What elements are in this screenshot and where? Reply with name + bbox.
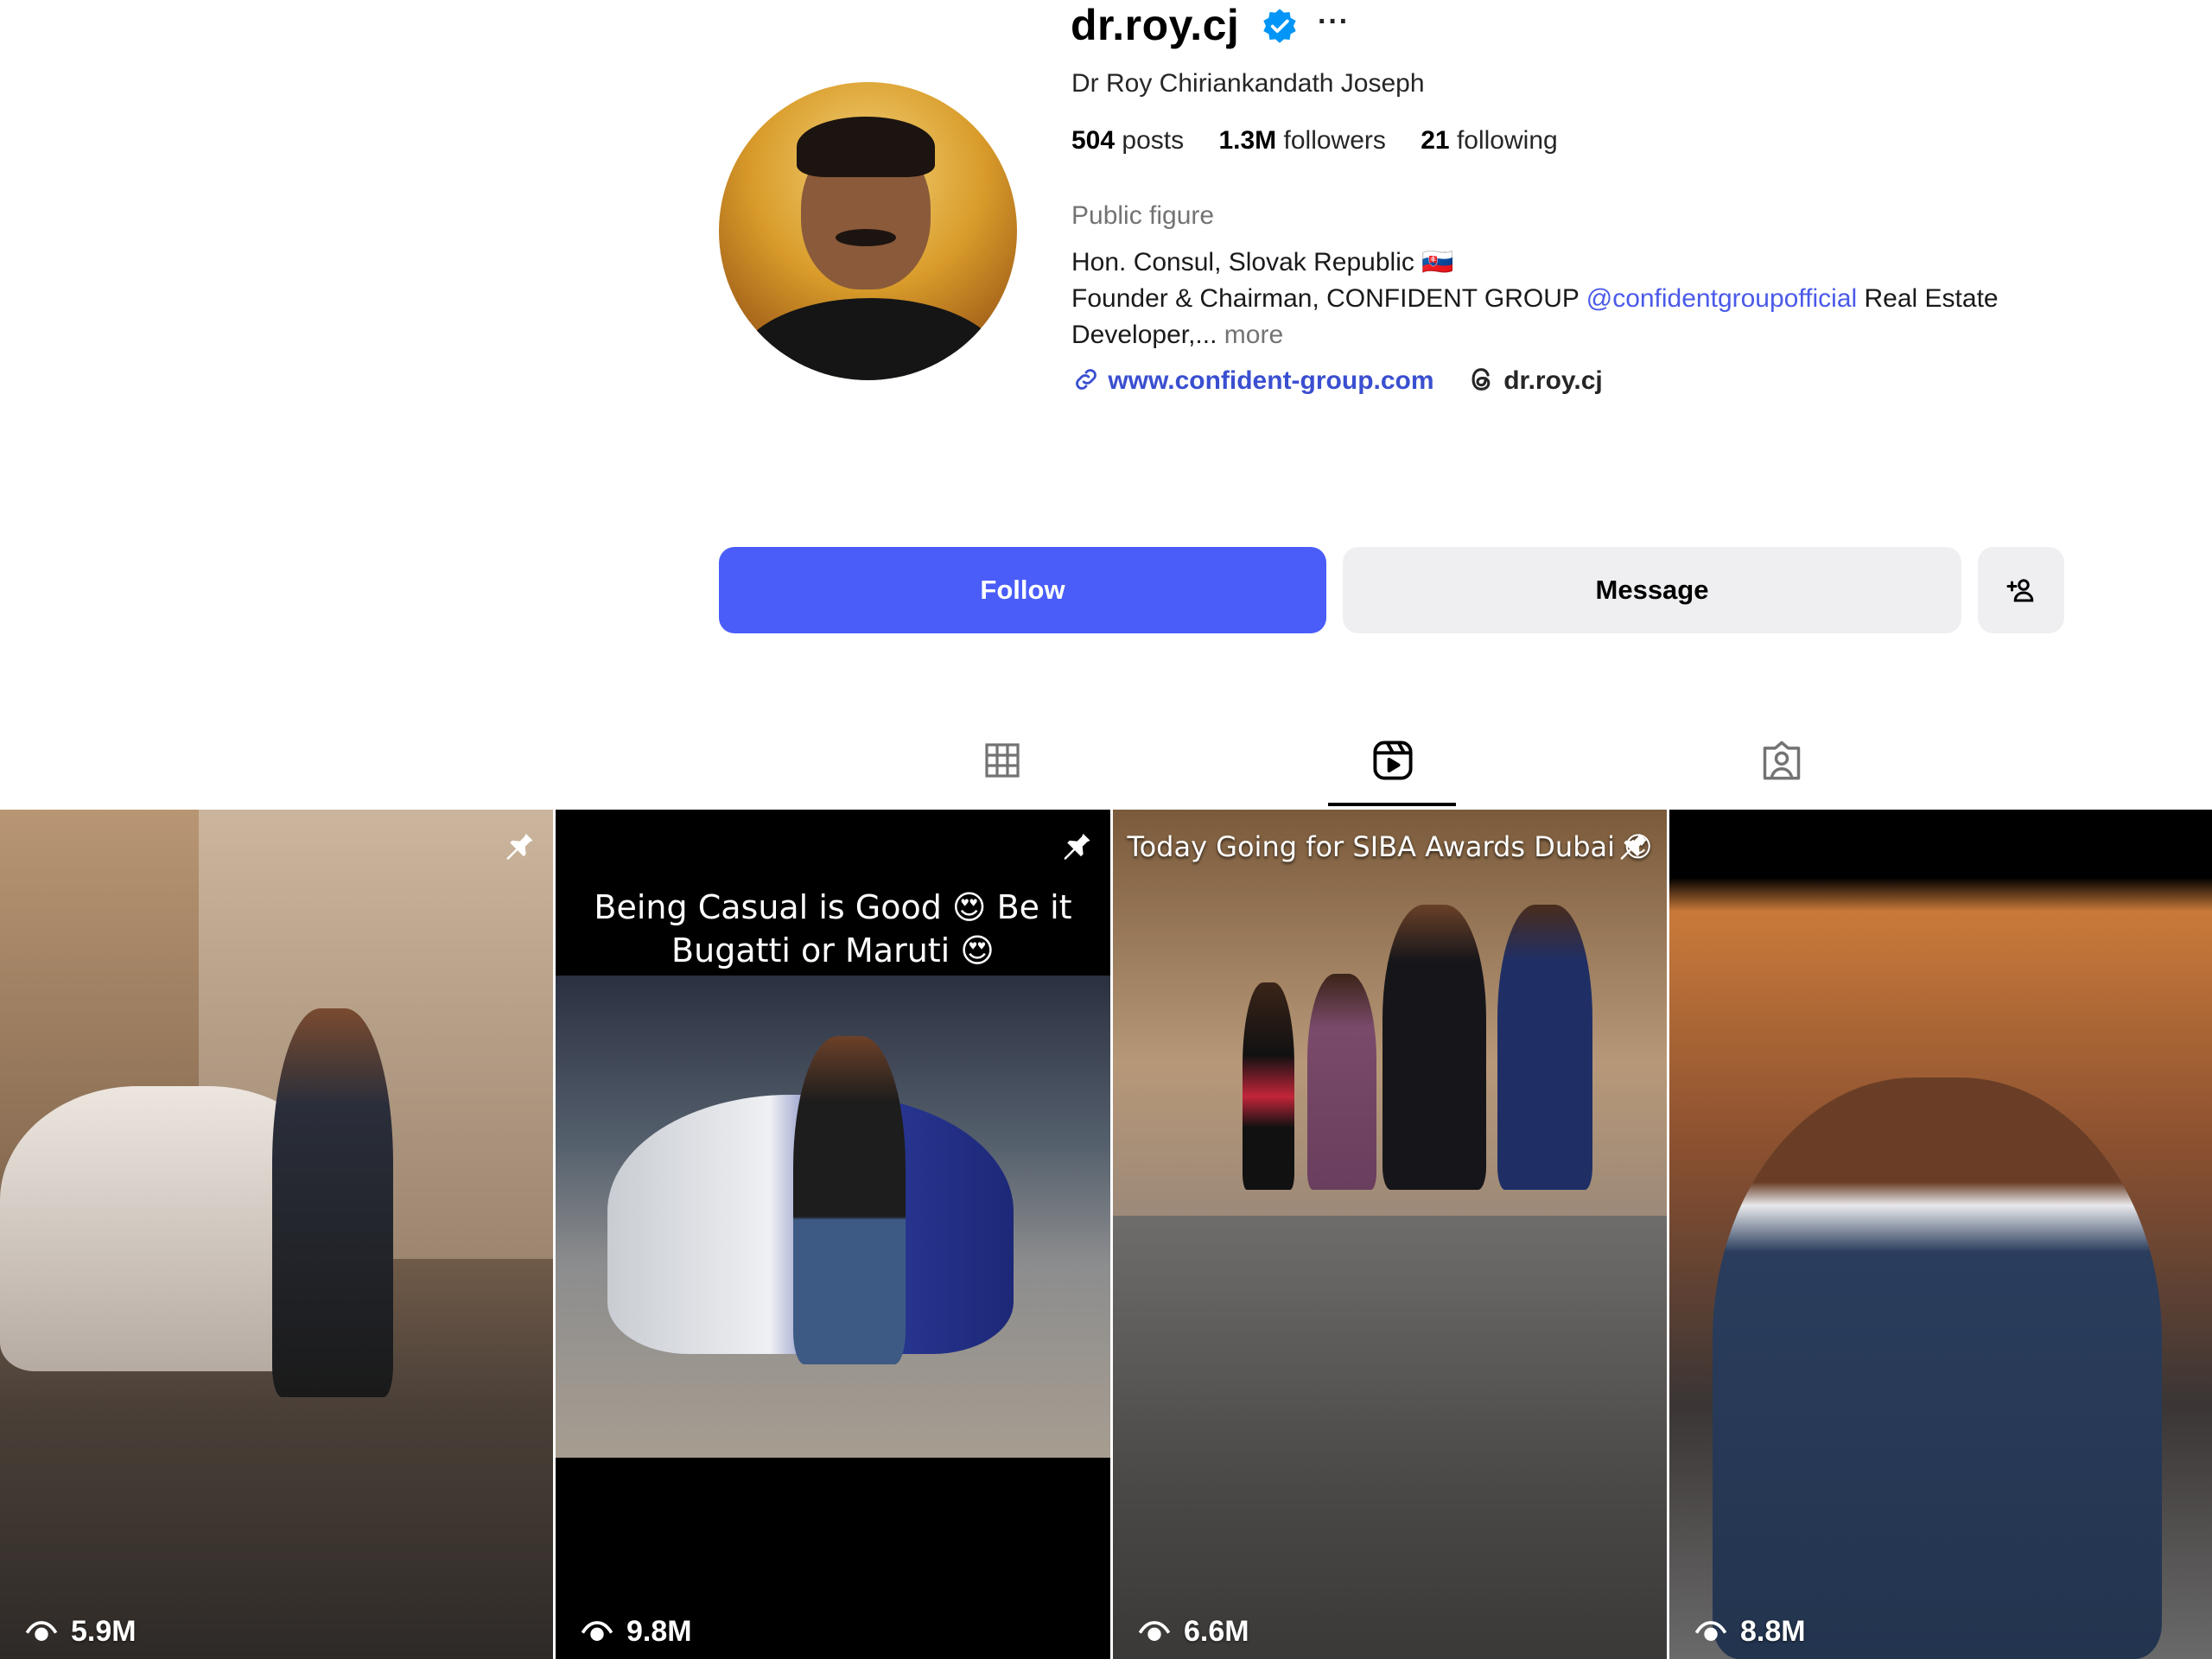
grid-icon bbox=[985, 743, 1020, 778]
verified-badge-icon bbox=[1263, 9, 1296, 43]
reel-thumbnail[interactable]: Being Casual is Good 😍 Be it Bugatti or … bbox=[556, 810, 1110, 1659]
tab-tagged[interactable] bbox=[1756, 734, 1808, 786]
bio-more-link[interactable]: more bbox=[1224, 321, 1283, 349]
reels-grid: 5.9M Being Casual is Good 😍 Be it Bugatt… bbox=[0, 810, 2212, 1659]
view-count-value: 8.8M bbox=[1740, 1614, 1806, 1648]
view-count: 8.8M bbox=[1694, 1614, 1806, 1649]
profile-links: www.confident-group.com dr.roy.cj bbox=[1071, 365, 1603, 396]
reels-icon bbox=[1373, 741, 1413, 780]
following-count: 21 bbox=[1421, 126, 1450, 155]
reel-caption-line-1: Today Going for SIBA Awards Dubai 😍 bbox=[1127, 830, 1653, 863]
person-shape bbox=[793, 1036, 906, 1364]
profile-category: Public figure bbox=[1071, 201, 1215, 230]
view-count-value: 6.6M bbox=[1184, 1614, 1249, 1648]
reel-thumbnail[interactable]: Today Going for SIBA Awards Dubai 😍 6.6M bbox=[1113, 810, 1667, 1659]
pin-icon bbox=[1064, 830, 1090, 860]
tab-posts[interactable] bbox=[976, 734, 1028, 786]
bio-line-3: Developer,... more bbox=[1071, 317, 2091, 353]
pin-icon bbox=[506, 830, 533, 860]
person-shape bbox=[1307, 974, 1376, 1190]
more-options-button[interactable]: ··· bbox=[1318, 5, 1350, 39]
view-count-value: 5.9M bbox=[71, 1614, 137, 1648]
following-stat[interactable]: 21 following bbox=[1421, 126, 1557, 156]
posts-count: 504 bbox=[1071, 126, 1116, 155]
posts-stat: 504 posts bbox=[1071, 126, 1184, 156]
eye-icon bbox=[581, 1621, 613, 1641]
avatar-body bbox=[736, 298, 1004, 380]
suggested-users-button[interactable] bbox=[1978, 547, 2064, 633]
person-shape bbox=[1713, 1077, 2162, 1659]
bio-line-2: Founder & Chairman, CONFIDENT GROUP @con… bbox=[1071, 281, 2091, 317]
floor-shape bbox=[1113, 1216, 1667, 1659]
posts-label: posts bbox=[1122, 126, 1185, 155]
eye-icon bbox=[1138, 1621, 1171, 1641]
followers-stat[interactable]: 1.3M followers bbox=[1218, 126, 1385, 156]
threads-handle: dr.roy.cj bbox=[1503, 366, 1603, 395]
view-count-value: 9.8M bbox=[626, 1614, 692, 1648]
add-person-icon bbox=[2006, 579, 2034, 602]
profile-bio: Hon. Consul, Slovak Republic 🇸🇰 Founder … bbox=[1071, 245, 2091, 353]
tagged-icon bbox=[1763, 741, 1801, 780]
link-icon bbox=[1076, 369, 1096, 390]
view-count: 9.8M bbox=[580, 1614, 692, 1649]
profile-avatar[interactable] bbox=[719, 82, 1017, 380]
view-count: 5.9M bbox=[24, 1614, 137, 1649]
avatar-mustache bbox=[836, 229, 896, 246]
bio-line-2-prefix: Founder & Chairman, CONFIDENT GROUP bbox=[1071, 284, 1586, 313]
reel-caption-line-1: Being Casual is Good 😍 Be it bbox=[594, 888, 1072, 926]
reel-caption: Today Going for SIBA Awards Dubai 😍 bbox=[1113, 825, 1667, 868]
person-shape bbox=[272, 1008, 393, 1397]
bio-line-3-text: Developer,... bbox=[1071, 321, 1217, 349]
reel-thumbnail[interactable]: 8.8M bbox=[1669, 810, 2212, 1659]
followers-count: 1.3M bbox=[1218, 126, 1277, 155]
person-shape bbox=[1497, 905, 1592, 1190]
person-shape bbox=[1382, 905, 1486, 1190]
bio-line-1: Hon. Consul, Slovak Republic 🇸🇰 bbox=[1071, 248, 1454, 276]
profile-username: dr.roy.cj bbox=[1071, 1, 1240, 49]
follow-button[interactable]: Follow bbox=[719, 547, 1326, 633]
reel-caption-line-2: Bugatti or Maruti 😍 bbox=[671, 931, 995, 969]
pin-icon bbox=[1620, 830, 1647, 860]
eye-icon bbox=[1694, 1621, 1727, 1641]
profile-full-name: Dr Roy Chiriankandath Joseph bbox=[1071, 69, 1425, 98]
person-shape bbox=[1243, 982, 1294, 1190]
threads-icon bbox=[1471, 368, 1491, 391]
threads-link[interactable]: dr.roy.cj bbox=[1467, 366, 1603, 395]
followers-label: followers bbox=[1283, 126, 1386, 155]
profile-stats: 504 posts 1.3M followers 21 following bbox=[1071, 126, 1586, 156]
active-tab-indicator bbox=[1328, 803, 1456, 806]
website-link[interactable]: www.confident-group.com bbox=[1108, 366, 1433, 395]
eye-icon bbox=[25, 1621, 58, 1641]
message-button[interactable]: Message bbox=[1343, 547, 1961, 633]
bio-mention-link[interactable]: @confidentgroupofficial bbox=[1586, 284, 1857, 313]
tab-reels[interactable] bbox=[1367, 734, 1419, 786]
reel-thumbnail[interactable]: 5.9M bbox=[0, 810, 553, 1659]
avatar-hair bbox=[797, 117, 935, 177]
bio-line-2-suffix: Real Estate bbox=[1857, 284, 1999, 313]
following-label: following bbox=[1456, 126, 1558, 155]
reel-caption: Being Casual is Good 😍 Be it Bugatti or … bbox=[556, 886, 1110, 972]
view-count: 6.6M bbox=[1137, 1614, 1249, 1649]
